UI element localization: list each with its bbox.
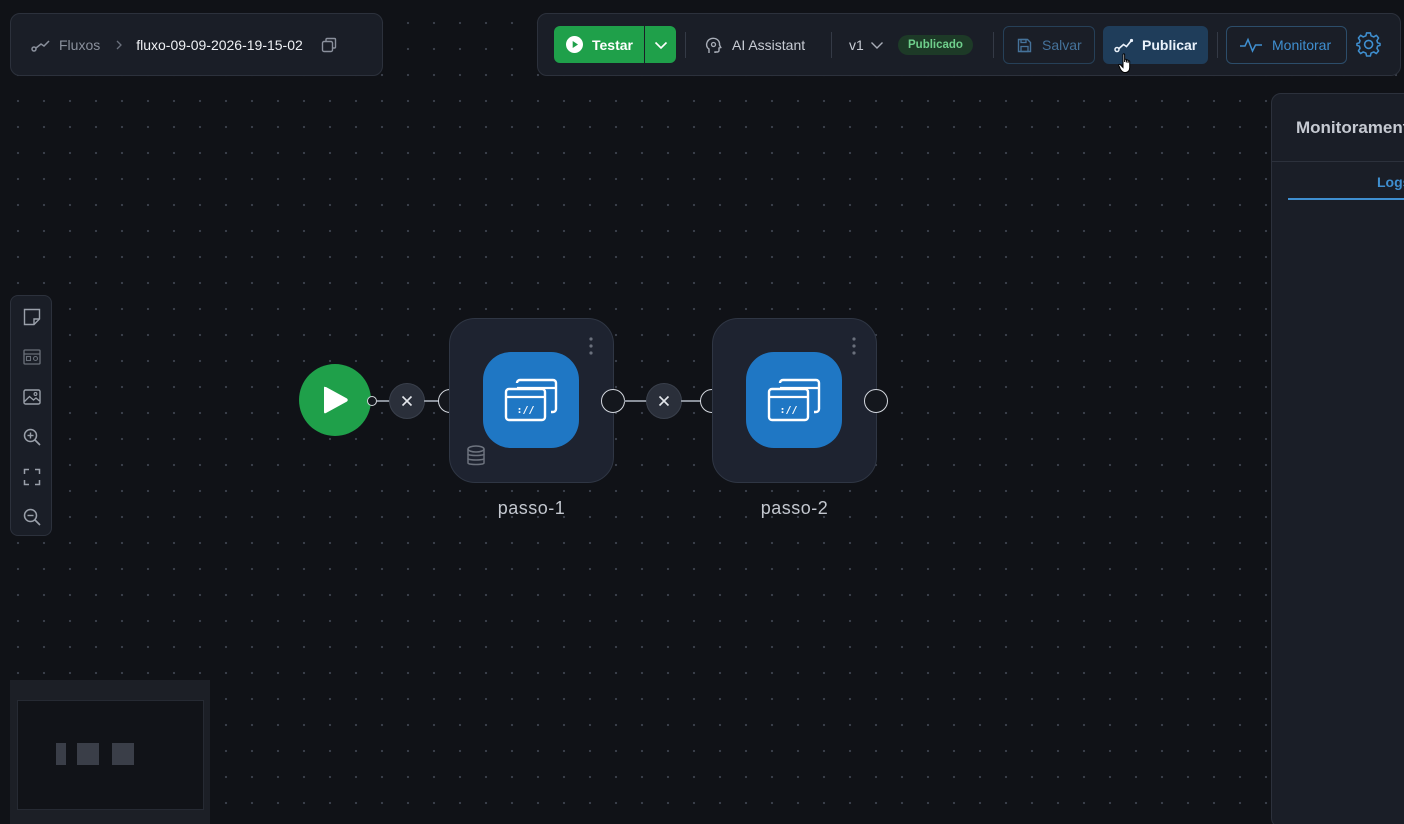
step-label: passo-1 [497, 498, 566, 518]
breadcrumb-root-link[interactable]: Fluxos [59, 37, 100, 53]
status-badge: Publicado [898, 35, 973, 55]
toolbar-divider [1217, 32, 1218, 58]
note-icon [23, 308, 41, 326]
ai-assistant-button[interactable]: AI Assistant [704, 33, 805, 57]
delete-edge-button[interactable] [646, 383, 682, 419]
zoom-out-button[interactable] [20, 505, 44, 529]
minimap-node [112, 743, 134, 765]
more-options-icon[interactable] [589, 337, 593, 355]
toolbar-divider [831, 32, 832, 58]
monitoring-panel: Monitoramento Logs [1271, 93, 1404, 824]
hand-cursor-icon [1118, 53, 1131, 73]
minimap[interactable] [10, 680, 210, 824]
zoom-out-icon [23, 508, 41, 526]
version-select[interactable]: v1 [849, 33, 884, 57]
more-options-icon[interactable] [852, 337, 856, 355]
ai-assistant-label: AI Assistant [732, 37, 806, 53]
play-circle-icon [566, 36, 583, 53]
minimap-viewport[interactable] [17, 700, 204, 810]
copy-icon[interactable] [321, 37, 337, 53]
http-request-icon: :// [483, 352, 579, 448]
ai-head-icon [705, 37, 722, 53]
save-button[interactable]: Salvar [1003, 26, 1095, 64]
close-icon [658, 395, 670, 407]
chevron-down-icon [654, 41, 667, 49]
http-request-icon: :// [746, 352, 842, 448]
chevron-down-icon [870, 42, 883, 49]
svg-text:://: :// [516, 405, 534, 416]
step-node[interactable]: :// [712, 318, 877, 483]
test-options-dropdown[interactable] [645, 26, 676, 63]
step-node[interactable]: :// [449, 318, 614, 483]
edge-line [624, 400, 648, 402]
chevron-right-icon [116, 40, 123, 49]
start-node[interactable] [299, 364, 371, 436]
monitor-button[interactable]: Monitorar [1226, 26, 1347, 64]
svg-text:://: :// [779, 405, 797, 416]
activity-icon [1240, 37, 1262, 53]
start-output-port[interactable] [367, 396, 377, 406]
minimap-node [77, 743, 99, 765]
zoom-in-button[interactable] [20, 425, 44, 449]
group-tool[interactable] [20, 345, 44, 369]
publish-flow-icon [1114, 38, 1134, 53]
monitor-button-label: Monitorar [1272, 37, 1332, 53]
flow-icon [31, 39, 50, 52]
fit-view-icon [23, 468, 41, 486]
save-icon [1017, 38, 1032, 52]
step-2-output-port[interactable] [864, 389, 888, 413]
flow-name: fluxo-09-09-2026-19-15-02 [136, 36, 303, 53]
play-icon [324, 386, 348, 414]
test-button[interactable]: Testar [554, 26, 644, 63]
panel-divider [1272, 161, 1404, 162]
minimap-node [56, 743, 66, 765]
sticky-note-tool[interactable] [20, 305, 44, 329]
toolbar-divider [993, 32, 994, 58]
step-label: passo-2 [760, 498, 829, 518]
active-tab-indicator [1288, 198, 1404, 200]
test-button-label: Testar [592, 36, 633, 53]
zoom-in-icon [23, 428, 41, 446]
image-icon [23, 389, 41, 405]
panel-title: Monitoramento [1296, 118, 1404, 137]
fit-view-button[interactable] [20, 465, 44, 489]
edge-line [681, 400, 701, 402]
step-1-output-port[interactable] [601, 389, 625, 413]
image-tool[interactable] [20, 385, 44, 409]
group-icon [23, 349, 41, 365]
breadcrumb: Fluxos fluxo-09-09-2026-19-15-02 [10, 13, 383, 76]
canvas-toolbar [10, 295, 52, 536]
version-label: v1 [849, 37, 864, 53]
publish-button-label: Publicar [1142, 37, 1198, 53]
save-button-label: Salvar [1042, 37, 1082, 53]
toolbar-divider [685, 32, 686, 58]
close-icon [401, 395, 413, 407]
gear-icon[interactable] [1356, 32, 1382, 58]
database-icon [467, 445, 485, 466]
tab-logs[interactable]: Logs [1377, 174, 1404, 190]
delete-edge-button[interactable] [389, 383, 425, 419]
